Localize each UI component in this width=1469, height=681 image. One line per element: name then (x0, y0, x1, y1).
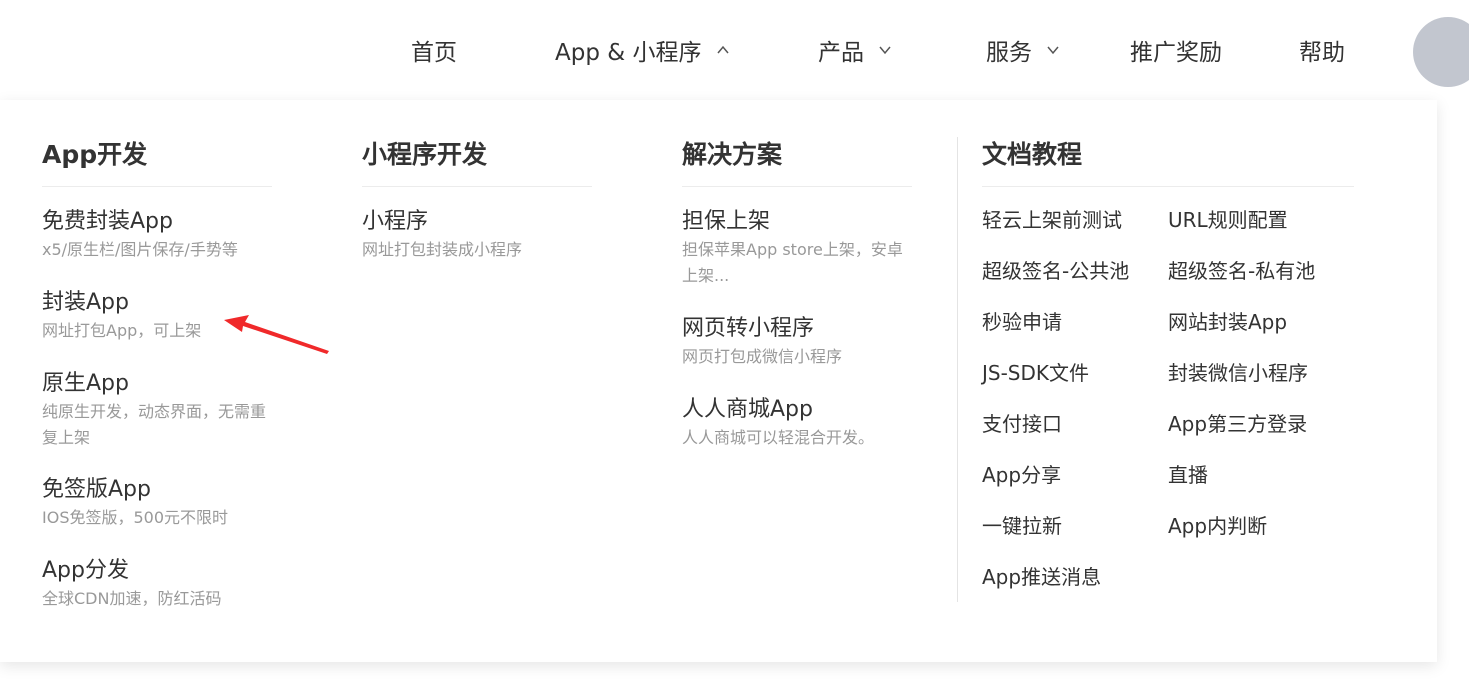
doc-link[interactable]: URL规则配置 (1168, 204, 1354, 255)
nav-referral-rewards[interactable]: 推广奖励 (1130, 30, 1222, 70)
nav-products[interactable]: 产品 (818, 30, 892, 70)
menu-item-app-distribution[interactable]: App分发 全球CDN加速，防红活码 (42, 556, 272, 612)
column-divider (42, 186, 272, 187)
doc-link[interactable]: 一键拉新 (982, 510, 1168, 561)
menu-item-title: 免费封装App (42, 209, 173, 234)
doc-link[interactable]: 封装微信小程序 (1168, 357, 1354, 408)
column-title: 解决方案 (682, 140, 783, 169)
menu-item-desc: 人人商城可以轻混合开发。 (682, 428, 875, 447)
column-divider (682, 186, 912, 187)
doc-link[interactable]: 超级签名-私有池 (1168, 255, 1354, 306)
doc-link[interactable]: JS-SDK文件 (982, 357, 1168, 408)
menu-item-web-to-miniprogram[interactable]: 网页转小程序 网页打包成微信小程序 (682, 314, 912, 370)
nav-products-label: 产品 (818, 40, 864, 66)
menu-item-title: 封装App (42, 290, 129, 315)
column-title: 文档教程 (982, 140, 1083, 169)
nav-services-label: 服务 (986, 40, 1032, 66)
top-nav: 首页 App & 小程序 产品 服务 推广奖励 帮助 (0, 0, 1469, 100)
docs-links: 轻云上架前测试 URL规则配置 超级签名-公共池 超级签名-私有池 秒验申请 网… (982, 204, 1354, 612)
menu-item-title: 人人商城App (682, 397, 813, 422)
doc-link[interactable]: 支付接口 (982, 408, 1168, 459)
column-divider (362, 186, 592, 187)
menu-item-desc: 纯原生开发，动态界面，无需重复上架 (42, 402, 267, 447)
menu-item-desc: 全球CDN加速，防红活码 (42, 589, 222, 608)
avatar[interactable] (1413, 17, 1469, 87)
menu-item-guaranteed-listing[interactable]: 担保上架 担保苹果App store上架，安卓上架... (682, 207, 912, 289)
nav-services[interactable]: 服务 (986, 30, 1060, 70)
doc-link[interactable]: 轻云上架前测试 (982, 204, 1168, 255)
menu-item-native-app[interactable]: 原生App 纯原生开发，动态界面，无需重复上架 (42, 369, 272, 451)
menu-item-title: 小程序 (362, 209, 429, 234)
column-app-dev: App开发 免费封装App x5/原生栏/图片保存/手势等 封装App 网址打包… (42, 138, 272, 612)
dropdown-panel: App开发 免费封装App x5/原生栏/图片保存/手势等 封装App 网址打包… (0, 100, 1437, 662)
nav-home-label: 首页 (411, 40, 457, 66)
menu-item-free-wrap-app[interactable]: 免费封装App x5/原生栏/图片保存/手势等 (42, 207, 272, 263)
nav-app-miniprogram-label: App & 小程序 (555, 40, 702, 66)
doc-link[interactable]: App推送消息 (982, 561, 1168, 612)
doc-link[interactable]: 直播 (1168, 459, 1354, 510)
menu-item-desc: 网页打包成微信小程序 (682, 347, 843, 366)
nav-help-label: 帮助 (1299, 40, 1345, 66)
doc-link[interactable]: 超级签名-公共池 (982, 255, 1168, 306)
menu-item-miniprogram[interactable]: 小程序 网址打包封装成小程序 (362, 207, 592, 263)
menu-item-title: App分发 (42, 558, 129, 583)
menu-item-title: 免签版App (42, 477, 151, 502)
column-docs: 文档教程 轻云上架前测试 URL规则配置 超级签名-公共池 超级签名-私有池 秒… (982, 138, 1354, 612)
chevron-down-icon (878, 43, 892, 57)
column-miniprogram-dev: 小程序开发 小程序 网址打包封装成小程序 (362, 138, 592, 263)
doc-link[interactable]: 秒验申请 (982, 306, 1168, 357)
vertical-divider (957, 137, 958, 602)
column-solutions: 解决方案 担保上架 担保苹果App store上架，安卓上架... 网页转小程序… (682, 138, 912, 451)
doc-link[interactable]: App内判断 (1168, 510, 1354, 561)
menu-item-wrap-app[interactable]: 封装App 网址打包App，可上架 (42, 288, 272, 344)
menu-item-desc: IOS免签版，500元不限时 (42, 508, 229, 527)
menu-item-title: 网页转小程序 (682, 316, 815, 341)
menu-item-title: 担保上架 (682, 209, 771, 234)
page: 首页 App & 小程序 产品 服务 推广奖励 帮助 App开发 免费封装App… (0, 0, 1469, 681)
nav-home[interactable]: 首页 (411, 30, 457, 70)
menu-item-desc: 网址打包封装成小程序 (362, 240, 523, 259)
chevron-up-icon (716, 43, 730, 57)
column-title: App开发 (42, 140, 148, 169)
chevron-down-icon (1046, 43, 1060, 57)
menu-item-desc: 网址打包App，可上架 (42, 321, 202, 340)
column-title: 小程序开发 (362, 140, 488, 169)
doc-link[interactable]: App分享 (982, 459, 1168, 510)
column-divider (982, 186, 1354, 187)
nav-help[interactable]: 帮助 (1299, 30, 1345, 70)
nav-app-miniprogram[interactable]: App & 小程序 (555, 30, 730, 70)
menu-item-signfree-app[interactable]: 免签版App IOS免签版，500元不限时 (42, 475, 272, 531)
menu-item-renren-mall-app[interactable]: 人人商城App 人人商城可以轻混合开发。 (682, 395, 912, 451)
menu-item-desc: x5/原生栏/图片保存/手势等 (42, 240, 238, 259)
nav-referral-rewards-label: 推广奖励 (1130, 40, 1222, 66)
menu-item-desc: 担保苹果App store上架，安卓上架... (682, 240, 903, 285)
doc-link[interactable]: App第三方登录 (1168, 408, 1354, 459)
doc-link[interactable]: 网站封装App (1168, 306, 1354, 357)
menu-item-title: 原生App (42, 371, 129, 396)
